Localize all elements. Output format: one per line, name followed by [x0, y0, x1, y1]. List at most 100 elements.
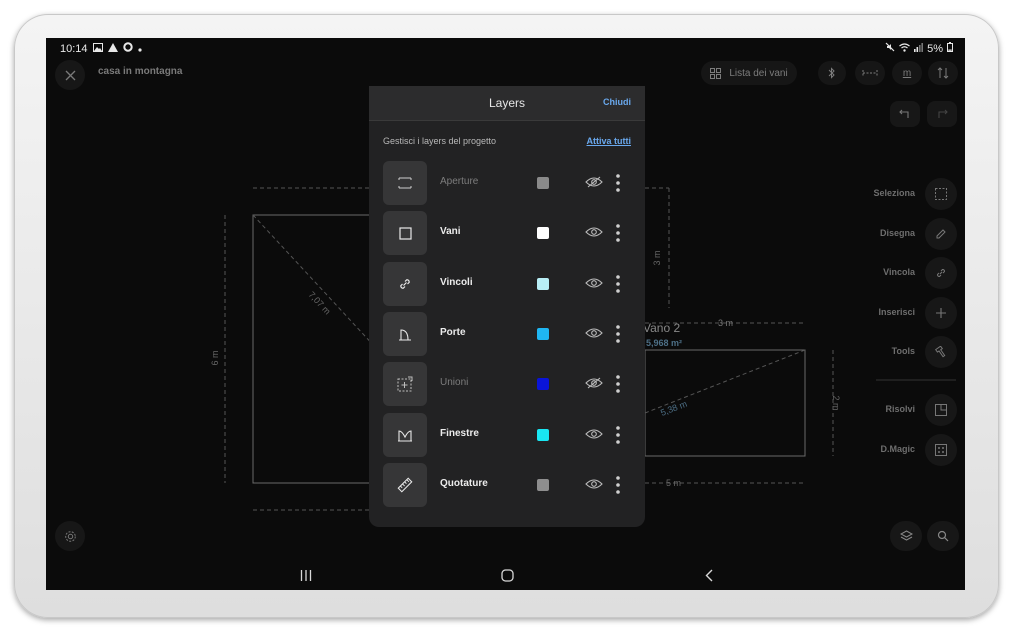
layer-color-swatch[interactable] [537, 278, 549, 290]
eye-icon[interactable] [585, 225, 603, 239]
plus-icon [936, 308, 946, 318]
magic-icon [935, 444, 947, 456]
door-icon [399, 328, 411, 341]
layer-icon-box [383, 262, 427, 306]
union-icon [397, 376, 413, 392]
layer-row-vani[interactable]: Vani [383, 211, 633, 255]
tool-tools-button[interactable] [925, 336, 957, 368]
more-vertical-icon[interactable] [615, 324, 621, 344]
status-bar: 10:14 5% [46, 38, 965, 58]
battery-icon [947, 42, 953, 55]
pencil-icon [936, 229, 946, 239]
tool-tools-label: Tools [891, 346, 915, 356]
layer-color-swatch[interactable] [537, 479, 549, 491]
more-vertical-icon[interactable] [615, 223, 621, 243]
gear-icon [64, 530, 76, 542]
room-2-name: Vano 2 [643, 321, 680, 335]
screen: 10:14 5% casa in montagna Lista dei vani… [46, 38, 965, 590]
back-icon[interactable] [705, 569, 713, 582]
eye-icon[interactable] [585, 276, 603, 290]
status-time: 10:14 [60, 42, 88, 55]
search-icon [937, 530, 949, 542]
layer-icon-box [383, 362, 427, 406]
image-icon [92, 42, 103, 55]
layer-row-aperture[interactable]: Aperture [383, 161, 633, 205]
link-icon [937, 269, 945, 277]
tool-insert-label: Inserisci [878, 307, 915, 317]
dimension-6m: 6 m [210, 350, 220, 365]
layer-row-quotature[interactable]: Quotature [383, 463, 633, 507]
layer-color-swatch[interactable] [537, 429, 549, 441]
link-icon [400, 279, 410, 289]
search-button[interactable] [927, 521, 959, 551]
more-vertical-icon[interactable] [615, 425, 621, 445]
layer-row-vincoli[interactable]: Vincoli [383, 262, 633, 306]
room-2-diagonal [644, 349, 806, 414]
more-vertical-icon[interactable] [615, 475, 621, 495]
eye-icon[interactable] [585, 477, 603, 491]
tool-select-button[interactable] [925, 178, 957, 210]
tool-select-label: Seleziona [873, 188, 915, 198]
eye-icon[interactable] [585, 326, 603, 340]
room-1-diagonal [252, 214, 377, 349]
dimension-diagonal-1: 7,07 m [307, 290, 333, 317]
eye-icon[interactable] [585, 427, 603, 441]
ruler-icon [397, 477, 413, 493]
tool-resolve-button[interactable] [925, 394, 957, 426]
layer-color-swatch[interactable] [537, 177, 549, 189]
more-vertical-icon[interactable] [615, 374, 621, 394]
layer-name: Quotature [440, 478, 488, 489]
layers-panel-subtitle: Gestisci i layers del progetto [383, 136, 497, 146]
ring-icon [122, 42, 133, 55]
more-vertical-icon[interactable] [615, 173, 621, 193]
tool-draw-label: Disegna [879, 228, 915, 238]
layer-name: Vani [440, 226, 461, 237]
layer-row-porte[interactable]: Porte [383, 312, 633, 356]
layer-row-unioni[interactable]: Unioni [383, 362, 633, 406]
settings-button[interactable] [55, 521, 85, 551]
activate-all-link[interactable]: Attiva tutti [587, 136, 632, 146]
layer-name: Aperture [440, 176, 479, 187]
battery-text: 5% [927, 42, 943, 55]
layer-name: Finestre [440, 428, 479, 439]
tool-constrain-button[interactable] [925, 257, 957, 289]
layer-icon-box [383, 211, 427, 255]
tool-insert-button[interactable] [925, 297, 957, 329]
tool-draw-button[interactable] [925, 218, 957, 250]
more-vertical-icon[interactable] [615, 274, 621, 294]
tool-magic-button[interactable] [925, 434, 957, 466]
layer-icon-box [383, 161, 427, 205]
tool-magic-label: D.Magic [880, 444, 915, 454]
layer-name: Unioni [440, 377, 469, 388]
square-icon [398, 226, 412, 240]
layers-panel: Layers Chiudi Gestisci i layers del prog… [369, 86, 645, 527]
layer-icon-box [383, 413, 427, 457]
dimension-3m-vertical: 3 m [652, 250, 662, 265]
layers-icon [899, 529, 913, 541]
room-2-outline [644, 349, 806, 457]
layers-button[interactable] [890, 521, 922, 551]
system-nav-bar [46, 560, 965, 590]
layers-panel-header: Layers Chiudi [369, 86, 645, 121]
layer-color-swatch[interactable] [537, 328, 549, 340]
dot-icon [137, 43, 142, 55]
eye-slash-icon[interactable] [585, 376, 603, 390]
layer-row-finestre[interactable]: Finestre [383, 413, 633, 457]
aperture-icon [398, 177, 412, 189]
window-icon [398, 429, 412, 442]
home-icon[interactable] [501, 569, 514, 582]
close-layers-button[interactable]: Chiudi [603, 97, 631, 107]
recent-apps-icon[interactable] [300, 570, 312, 581]
dimension-2m: 2 m [831, 395, 841, 410]
layer-color-swatch[interactable] [537, 227, 549, 239]
layer-name: Porte [440, 327, 466, 338]
room-2-area: 5,968 m² [646, 338, 682, 348]
layer-name: Vincoli [440, 277, 473, 288]
dimension-5m: 5 m [666, 478, 681, 488]
resolve-icon [935, 404, 947, 416]
warning-icon [107, 42, 118, 55]
eye-slash-icon[interactable] [585, 175, 603, 189]
tool-resolve-label: Risolvi [885, 404, 915, 414]
layer-color-swatch[interactable] [537, 378, 549, 390]
room-1-outline [252, 214, 382, 484]
